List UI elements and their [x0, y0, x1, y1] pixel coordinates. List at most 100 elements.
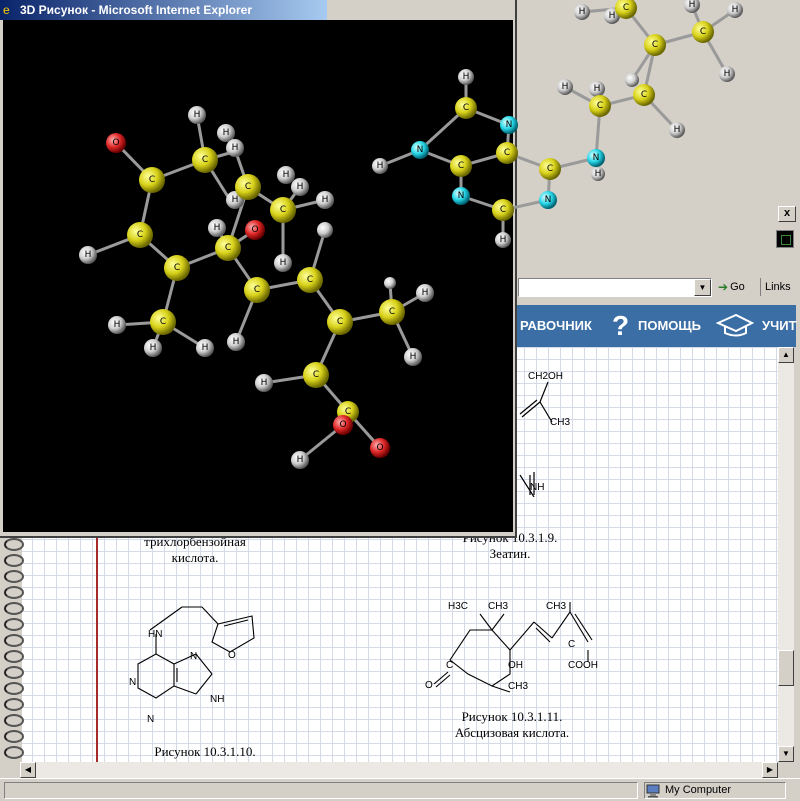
kinetin-n2-label: N — [129, 677, 137, 688]
notebook-margin-line — [96, 530, 98, 762]
svg-text:C: C — [313, 370, 319, 380]
svg-text:C: C — [280, 205, 286, 215]
computer-icon — [646, 784, 660, 797]
svg-text:H: H — [280, 258, 287, 268]
svg-text:C: C — [597, 101, 603, 111]
spiral-ring — [4, 746, 24, 759]
svg-text:H: H — [233, 337, 240, 347]
security-zone: My Computer — [644, 782, 786, 799]
atoms — [79, 0, 743, 469]
svg-text:H: H — [609, 11, 616, 21]
aba-oh-label: OH — [508, 660, 523, 671]
svg-text:C: C — [174, 263, 180, 273]
svg-text:H: H — [674, 125, 681, 135]
svg-text:H: H — [232, 143, 239, 153]
spiral-ring — [4, 730, 24, 743]
background-close-button[interactable]: x — [778, 206, 796, 222]
svg-text:C: C — [389, 307, 395, 317]
cooh-label: COOH — [568, 660, 598, 671]
svg-text:C: C — [137, 230, 143, 240]
notebook-spiral — [0, 530, 24, 762]
svg-text:H: H — [422, 288, 429, 298]
svg-text:N: N — [458, 191, 465, 201]
spiral-ring — [4, 554, 24, 567]
scroll-up-button[interactable]: ▲ — [778, 347, 794, 363]
svg-text:C: C — [700, 27, 706, 37]
spiral-ring — [4, 602, 24, 615]
spiral-ring — [4, 682, 24, 695]
figure-10-caption: Рисунок 10.3.1.10. — [120, 744, 290, 760]
svg-text:N: N — [417, 145, 424, 155]
svg-text:C: C — [149, 175, 155, 185]
svg-text:C: C — [345, 407, 351, 417]
svg-text:H: H — [500, 235, 507, 245]
aba-c2-label: C — [568, 639, 576, 650]
svg-text:O: O — [376, 443, 383, 453]
svg-text:H: H — [283, 170, 290, 180]
svg-text:H: H — [322, 195, 329, 205]
spiral-ring — [4, 586, 24, 599]
svg-text:N: N — [593, 153, 600, 163]
scroll-left-button[interactable]: ◀ — [20, 762, 36, 778]
svg-text:C: C — [225, 243, 231, 253]
aba-o-label: O — [425, 680, 433, 691]
svg-text:C: C — [307, 275, 313, 285]
svg-text:H: H — [214, 223, 221, 233]
figure-8-name: кислота. — [171, 550, 219, 565]
svg-text:H: H — [595, 169, 602, 179]
zone-label: My Computer — [665, 784, 732, 796]
aba-ch3d-label: CH3 — [508, 681, 529, 692]
molecule-3d-model[interactable]: C C C C C C C C C C C C C C C C C C C C C C C C O O O… — [0, 0, 780, 540]
svg-text:C: C — [547, 164, 553, 174]
aba-ch3b-label: CH3 — [488, 601, 509, 612]
kinetin-n1-label: N — [190, 651, 198, 662]
status-bar: My Computer — [0, 778, 800, 801]
svg-text:C: C — [500, 205, 506, 215]
svg-text:H: H — [150, 343, 157, 353]
svg-text:H: H — [377, 161, 384, 171]
svg-text:H: H — [689, 0, 696, 10]
spiral-ring — [4, 650, 24, 663]
svg-text:O: O — [112, 138, 119, 148]
aba-c1-label: C — [446, 660, 454, 671]
kinetin-structure — [137, 606, 255, 699]
h3c-label: H3C — [448, 601, 469, 612]
svg-text:C: C — [160, 317, 166, 327]
svg-text:H: H — [410, 352, 417, 362]
svg-text:H: H — [579, 7, 586, 17]
svg-text:H: H — [232, 195, 239, 205]
horizontal-scrollbar[interactable]: ◀ ▶ — [20, 762, 778, 778]
svg-text:C: C — [641, 90, 647, 100]
svg-text:C: C — [652, 40, 658, 50]
kinetin-hn-label: HN — [148, 629, 163, 640]
svg-text:H: H — [724, 69, 731, 79]
figure-11-caption: Рисунок 10.3.1.11. Абсцизовая кислота. — [412, 709, 612, 741]
vertical-scrollbar[interactable]: ▲ ▼ — [778, 347, 794, 762]
status-text-area — [4, 782, 638, 799]
svg-text:H: H — [194, 110, 201, 120]
svg-text:H: H — [562, 82, 569, 92]
vertical-scroll-thumb[interactable] — [778, 650, 794, 686]
svg-text:C: C — [337, 317, 343, 327]
scroll-right-button[interactable]: ▶ — [762, 762, 778, 778]
scroll-down-button[interactable]: ▼ — [778, 746, 794, 762]
svg-text:H: H — [732, 5, 739, 15]
svg-text:N: N — [545, 195, 552, 205]
spiral-ring — [4, 618, 24, 631]
figure-11-name: Абсцизовая кислота. — [454, 725, 570, 740]
svg-text:C: C — [463, 103, 469, 113]
svg-text:H: H — [223, 128, 230, 138]
svg-text:O: O — [339, 420, 346, 430]
svg-text:H: H — [261, 378, 268, 388]
svg-text:H: H — [202, 343, 209, 353]
svg-text:H: H — [594, 84, 601, 94]
svg-text:O: O — [251, 225, 258, 235]
svg-text:H: H — [114, 320, 121, 330]
svg-text:H: H — [297, 455, 304, 465]
svg-text:C: C — [504, 148, 510, 158]
bonds — [87, 4, 736, 462]
svg-text:C: C — [202, 155, 208, 165]
svg-text:H: H — [463, 72, 470, 82]
svg-text:H: H — [297, 182, 304, 192]
svg-text:C: C — [254, 285, 260, 295]
